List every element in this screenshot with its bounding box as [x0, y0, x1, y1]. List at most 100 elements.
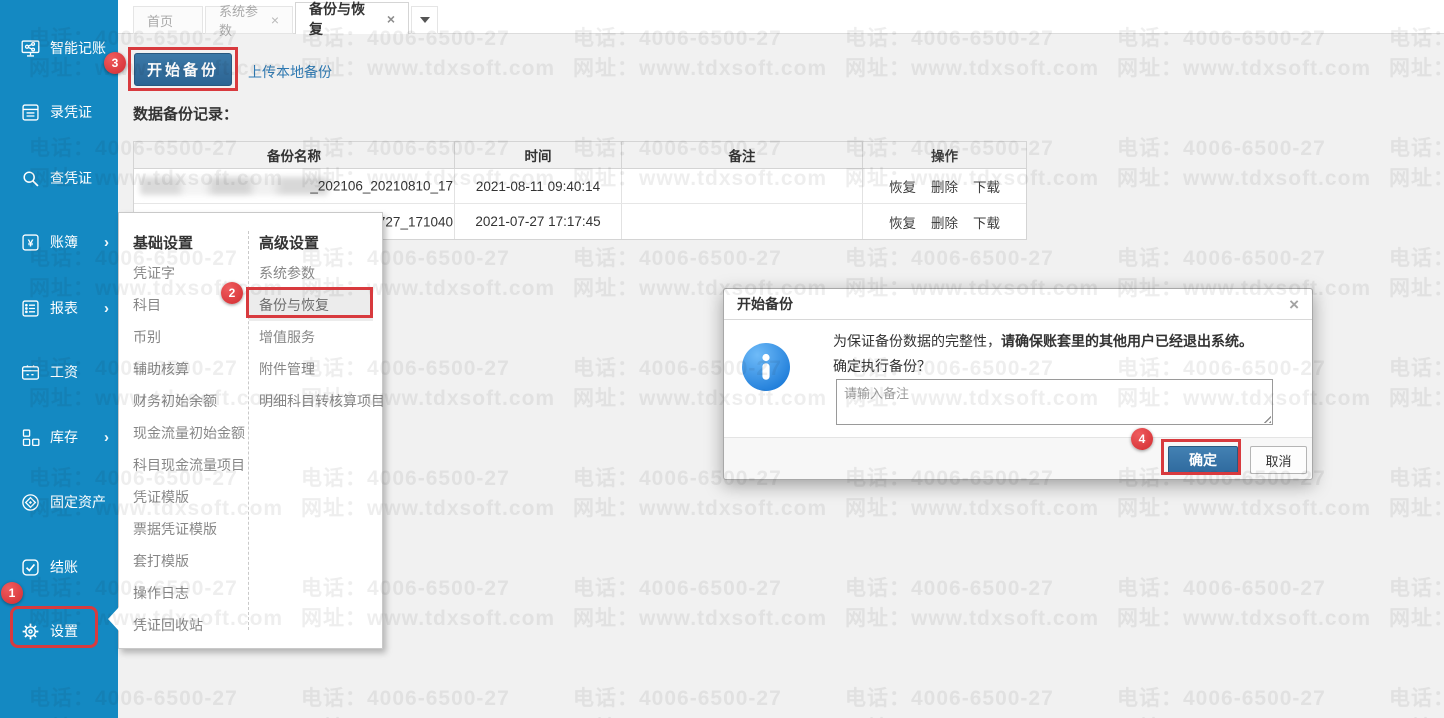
watermark-text: 电话：4006-6500-27网址：www.tdxsoft.com [1389, 684, 1444, 718]
backup-time-cell: 2021-07-27 17:17:45 [454, 204, 621, 239]
watermark-text: 电话：4006-6500-27网址：www.tdxsoft.com [1117, 134, 1371, 194]
watermark-text: 电话：4006-6500-27网址：www.tdxsoft.com [573, 684, 827, 718]
chevron-right-icon: › [104, 235, 109, 250]
sidebar-item-label: 报表 [50, 298, 78, 318]
tab-list-dropdown[interactable] [411, 6, 438, 34]
delete-link[interactable]: 删除 [931, 176, 958, 196]
report-icon [20, 298, 41, 319]
menu-item[interactable]: 明细科目转核算项目 [259, 385, 385, 417]
menu-item[interactable]: 附件管理 [259, 353, 385, 385]
sidebar-item-ledger[interactable]: ¥ 账簿 › [0, 227, 118, 257]
watermark-text: 电话：4006-6500-27网址：www.tdxsoft.com [1117, 684, 1371, 718]
sidebar-item-smart-accounting[interactable]: 智能记账 [0, 33, 118, 63]
voucher-entry-icon [20, 102, 41, 123]
smart-accounting-icon [20, 38, 41, 59]
start-backup-dialog: 开始备份 × 为保证备份数据的完整性，请确保账套里的其他用户已经退出系统。 确定… [723, 288, 1313, 480]
settings-popup-menu: 基础设置 凭证字 科目 币别 辅助核算 财务初始余额 现金流量初始金额 科目现金… [118, 212, 383, 649]
menu-item[interactable]: 凭证模版 [133, 481, 245, 513]
restore-link[interactable]: 恢复 [889, 176, 916, 196]
close-tab-icon[interactable]: × [271, 13, 279, 27]
checkout-icon [20, 557, 41, 578]
menu-item[interactable]: 辅助核算 [133, 353, 245, 385]
upload-local-backup-link[interactable]: 上传本地备份 [248, 62, 332, 82]
close-icon[interactable]: × [1289, 296, 1299, 313]
sidebar-item-inventory[interactable]: 库存 › [0, 422, 118, 452]
delete-link[interactable]: 删除 [931, 212, 958, 232]
sidebar-item-voucher-entry[interactable]: 录凭证 [0, 97, 118, 127]
column-header-time: 时间 [454, 142, 621, 168]
column-header-name: 备份名称 [134, 142, 454, 168]
tab-home-label: 首页 [147, 11, 173, 30]
dialog-title-bar: 开始备份 × [724, 289, 1312, 320]
menu-item[interactable]: 操作日志 [133, 577, 245, 609]
menu-item[interactable]: 增值服务 [259, 321, 385, 353]
restore-link[interactable]: 恢复 [889, 212, 916, 232]
section-title: 数据备份记录： [133, 103, 238, 124]
column-header-actions: 操作 [862, 142, 1026, 168]
tab-home[interactable]: 首页 [133, 6, 203, 34]
backup-time-cell: 2021-08-11 09:40:14 [454, 169, 621, 203]
sidebar-item-fixed-assets[interactable]: 固定资产 [0, 487, 118, 517]
sidebar-item-label: 账簿 [50, 232, 78, 252]
confirm-question: 确定执行备份？ [833, 354, 1253, 379]
watermark-text: 电话：4006-6500-27网址：www.tdxsoft.com [573, 574, 827, 634]
menu-item[interactable]: 科目现金流量项目 [133, 449, 245, 481]
table-header-row: 备份名称 时间 备注 操作 [134, 142, 1026, 169]
menu-item-backup-restore[interactable]: 备份与恢复 [249, 289, 373, 321]
download-link[interactable]: 下载 [973, 212, 1000, 232]
start-backup-button[interactable]: 开始备份 [134, 53, 232, 86]
tab-system-params[interactable]: 系统参数 × [205, 6, 293, 34]
basic-settings-column: 基础设置 凭证字 科目 币别 辅助核算 财务初始余额 现金流量初始金额 科目现金… [133, 227, 245, 641]
download-link[interactable]: 下载 [973, 176, 1000, 196]
watermark-text: 电话：4006-6500-27网址：www.tdxsoft.com [1389, 134, 1444, 194]
close-tab-icon[interactable]: × [387, 12, 395, 26]
sidebar-item-label: 结账 [50, 557, 78, 577]
backup-actions-cell: 恢复 删除 下载 [862, 204, 1026, 239]
sidebar-item-label: 查凭证 [50, 168, 92, 188]
dialog-title: 开始备份 [737, 294, 793, 314]
tab-system-params-label: 系统参数 [219, 1, 262, 39]
menu-item[interactable]: 凭证回收站 [133, 609, 245, 641]
sidebar-item-payroll[interactable]: 工资 [0, 357, 118, 387]
sidebar-item-voucher-search[interactable]: 查凭证 [0, 163, 118, 193]
sidebar-item-closing[interactable]: 结账 [0, 552, 118, 582]
menu-item[interactable]: 现金流量初始金额 [133, 417, 245, 449]
menu-item[interactable]: 票据凭证模版 [133, 513, 245, 545]
voucher-search-icon [20, 168, 41, 189]
watermark-text: 电话：4006-6500-27网址：www.tdxsoft.com [1389, 464, 1444, 524]
sidebar-item-settings[interactable]: 设置 [0, 616, 118, 646]
sidebar-item-label: 工资 [50, 362, 78, 382]
popup-arrow-left-icon [108, 607, 119, 631]
ledger-icon: ¥ [20, 232, 41, 253]
menu-item[interactable]: 套打模版 [133, 545, 245, 577]
sidebar-item-label: 设置 [50, 621, 78, 641]
chevron-right-icon: › [104, 430, 109, 445]
menu-item[interactable]: 币别 [133, 321, 245, 353]
menu-item[interactable]: 科目 [133, 289, 245, 321]
settings-gear-icon [20, 621, 41, 642]
backup-actions-cell: 恢复 删除 下载 [862, 169, 1026, 203]
backup-note-input[interactable] [836, 379, 1273, 425]
sidebar-item-label: 库存 [50, 427, 78, 447]
menu-item[interactable]: 凭证字 [133, 257, 245, 289]
sidebar-item-label: 智能记账 [50, 38, 106, 58]
ok-button[interactable]: 确定 [1168, 446, 1238, 474]
tab-backup-restore[interactable]: 备份与恢复 × [295, 2, 409, 34]
watermark-text: 电话：4006-6500-27网址：www.tdxsoft.com [845, 574, 1099, 634]
menu-item[interactable]: 财务初始余额 [133, 385, 245, 417]
menu-item[interactable]: 系统参数 [259, 257, 385, 289]
backup-note-cell [621, 204, 862, 239]
message-text: 为保证备份数据的完整性， [833, 333, 1001, 349]
basic-settings-title: 基础设置 [133, 227, 245, 257]
svg-text:¥: ¥ [28, 237, 34, 249]
redacted-backup-name [140, 177, 328, 195]
advanced-settings-title: 高级设置 [259, 227, 385, 257]
fixed-assets-icon [20, 492, 41, 513]
tab-strip: 首页 系统参数 × 备份与恢复 × [0, 0, 1444, 34]
inventory-icon [20, 427, 41, 448]
sidebar-item-label: 固定资产 [50, 492, 106, 512]
info-icon [741, 342, 791, 392]
sidebar-item-reports[interactable]: 报表 › [0, 293, 118, 323]
cancel-button[interactable]: 取消 [1250, 446, 1307, 474]
column-header-note: 备注 [621, 142, 862, 168]
